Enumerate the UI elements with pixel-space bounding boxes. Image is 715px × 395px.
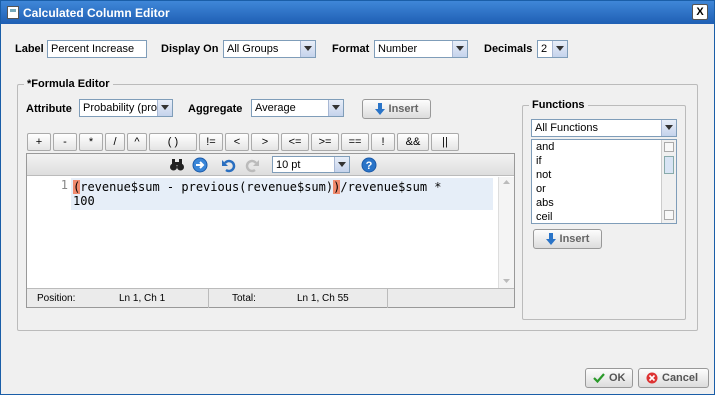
cancel-button[interactable]: Cancel <box>638 368 709 388</box>
formula-editor-legend: *Formula Editor <box>27 78 110 90</box>
chevron-down-icon <box>157 100 172 116</box>
title-bar[interactable]: Calculated Column Editor X <box>1 1 714 24</box>
format-select[interactable]: Number <box>374 40 468 58</box>
font-size-select[interactable]: 10 pt <box>272 156 350 173</box>
total-label: Total: <box>232 293 256 304</box>
insert-arrow-icon <box>374 102 385 116</box>
attribute-label: Attribute <box>26 103 72 115</box>
window-title: Calculated Column Editor <box>23 6 170 20</box>
scroll-thumb[interactable] <box>664 156 674 174</box>
function-insert-label: Insert <box>559 233 590 245</box>
cancel-icon <box>646 372 658 384</box>
insert-label: Insert <box>388 103 419 115</box>
op-plus-button[interactable]: + <box>27 133 51 151</box>
font-size-value: 10 pt <box>276 159 301 171</box>
format-value: Number <box>378 43 418 55</box>
redo-icon[interactable] <box>245 157 261 173</box>
chevron-down-icon <box>552 41 567 57</box>
op-and-button[interactable]: && <box>397 133 429 151</box>
decimals-value: 2 <box>541 43 548 55</box>
op-minus-button[interactable]: - <box>53 133 77 151</box>
functions-scrollbar[interactable] <box>661 140 676 223</box>
function-item-abs[interactable]: abs <box>532 196 676 210</box>
decimals-label: Decimals <box>484 43 533 55</box>
op-parens-button[interactable]: ( ) <box>149 133 197 151</box>
op-multiply-button[interactable]: * <box>79 133 103 151</box>
chevron-down-icon <box>452 41 467 57</box>
checkmark-icon <box>593 373 605 384</box>
function-item-not[interactable]: not <box>532 168 676 182</box>
replace-icon[interactable] <box>192 157 208 173</box>
display-on-label: Display On <box>161 43 219 55</box>
format-label: Format <box>332 43 370 55</box>
aggregate-label: Aggregate <box>188 103 243 115</box>
op-less-equal-button[interactable]: <= <box>281 133 309 151</box>
chevron-down-icon <box>334 157 349 172</box>
formula-expression-line2: 100 <box>73 194 95 208</box>
line-number: 1 <box>60 178 68 192</box>
op-divide-button[interactable]: / <box>105 133 125 151</box>
function-category-select[interactable]: All Functions <box>531 119 677 137</box>
cancel-label: Cancel <box>662 372 699 384</box>
formula-code-editor[interactable]: 10 pt ? 1 (revenue$sum - previous(revenu… <box>26 153 515 308</box>
function-item-ceil[interactable]: ceil <box>532 210 676 224</box>
op-equal-button[interactable]: == <box>341 133 369 151</box>
chevron-down-icon <box>328 100 343 116</box>
chevron-down-icon <box>300 41 315 57</box>
scroll-up-icon[interactable] <box>664 142 674 152</box>
function-item-and[interactable]: and <box>532 140 676 154</box>
op-not-button[interactable]: ! <box>371 133 395 151</box>
function-category-value: All Functions <box>535 122 598 134</box>
code-area[interactable]: 1 (revenue$sum - previous(revenue$sum))/… <box>27 178 497 288</box>
find-binoculars-icon[interactable] <box>169 157 185 173</box>
op-not-equal-button[interactable]: != <box>199 133 223 151</box>
ok-label: OK <box>609 372 626 384</box>
display-on-select[interactable]: All Groups <box>223 40 316 58</box>
chevron-down-icon <box>661 120 676 136</box>
help-icon[interactable]: ? <box>361 157 377 173</box>
attribute-value: Probability (pro <box>83 102 157 114</box>
close-button[interactable]: X <box>692 4 708 20</box>
functions-list[interactable]: and if not or abs ceil <box>531 139 677 224</box>
label-field-label: Label <box>15 43 44 55</box>
functions-legend: Functions <box>532 99 585 111</box>
total-value: Ln 1, Ch 55 <box>297 293 349 304</box>
decimals-select[interactable]: 2 <box>537 40 568 58</box>
formula-expression: revenue$sum - previous(revenue$sum) <box>80 180 334 194</box>
display-on-value: All Groups <box>227 43 279 55</box>
position-label: Position: <box>37 293 76 304</box>
calculated-column-editor-dialog: Calculated Column Editor X Label Percent… <box>0 0 715 395</box>
status-divider <box>387 289 388 308</box>
formula-text[interactable]: (revenue$sum - previous(revenue$sum))/re… <box>73 180 442 208</box>
attribute-select[interactable]: Probability (pro <box>79 99 173 117</box>
aggregate-select[interactable]: Average <box>251 99 344 117</box>
undo-icon[interactable] <box>220 157 236 173</box>
editor-toolbar: 10 pt ? <box>27 154 514 176</box>
function-insert-button[interactable]: Insert <box>533 229 602 249</box>
op-less-button[interactable]: < <box>225 133 249 151</box>
op-power-button[interactable]: ^ <box>127 133 147 151</box>
op-or-button[interactable]: || <box>431 133 459 151</box>
op-greater-button[interactable]: > <box>251 133 279 151</box>
formula-expression-tail: /revenue$sum * <box>340 180 442 194</box>
label-input[interactable]: Percent Increase <box>47 40 147 58</box>
calculator-icon <box>7 6 19 19</box>
position-value: Ln 1, Ch 1 <box>119 293 166 304</box>
editor-scrollbar[interactable] <box>498 177 514 288</box>
insert-arrow-icon <box>545 232 556 246</box>
editor-status-bar: Position: Ln 1, Ch 1 Total: Ln 1, Ch 55 <box>27 288 514 308</box>
op-greater-equal-button[interactable]: >= <box>311 133 339 151</box>
function-item-if[interactable]: if <box>532 154 676 168</box>
ok-button[interactable]: OK <box>585 368 633 388</box>
scroll-down-icon[interactable] <box>664 210 674 220</box>
svg-text:?: ? <box>366 160 373 172</box>
status-divider <box>208 289 209 308</box>
function-item-or[interactable]: or <box>532 182 676 196</box>
aggregate-value: Average <box>255 102 296 114</box>
attribute-insert-button[interactable]: Insert <box>362 99 431 119</box>
